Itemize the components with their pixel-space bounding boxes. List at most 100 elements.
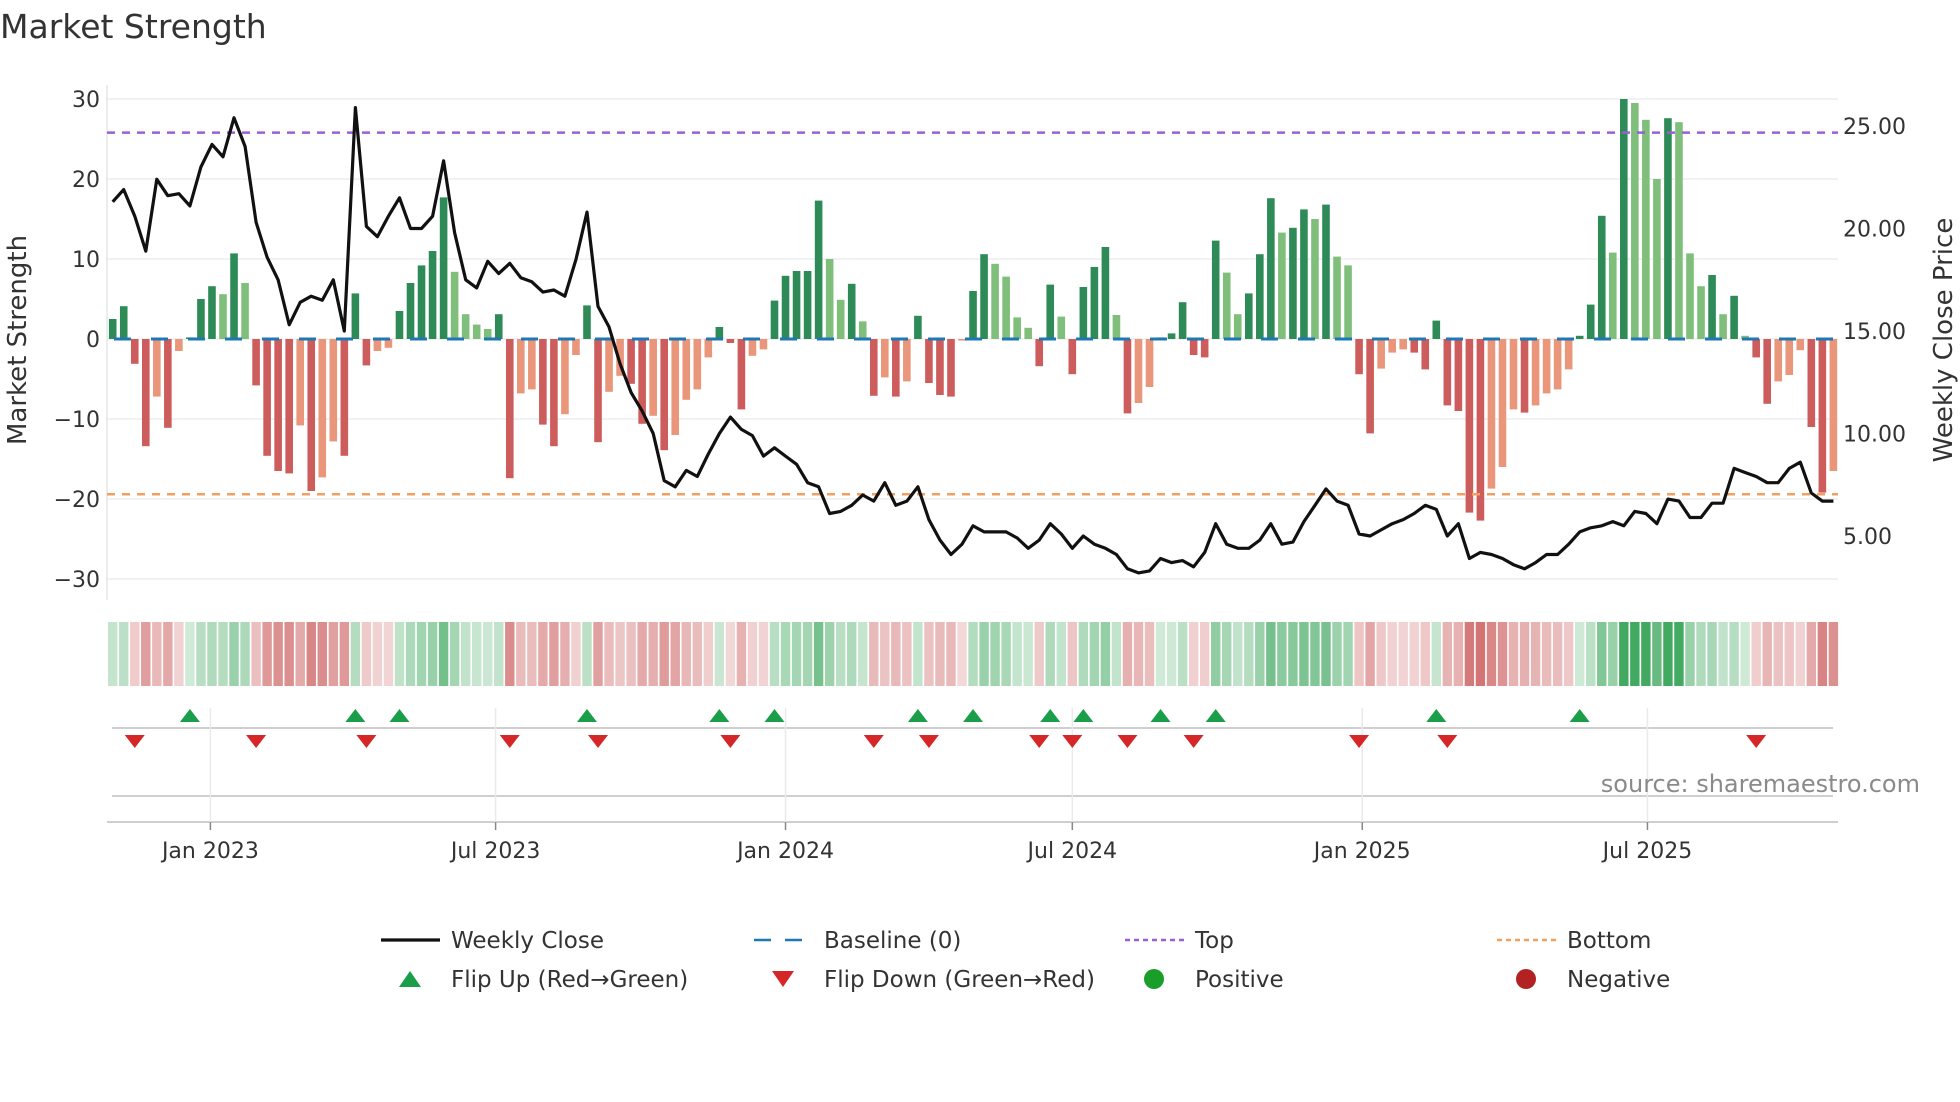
strength-bar	[1178, 302, 1187, 339]
flip-up-marker	[345, 709, 366, 722]
flip-down-marker	[1029, 735, 1050, 748]
heat-cell	[1707, 622, 1717, 686]
strength-bar	[914, 315, 922, 339]
strength-bar	[660, 339, 668, 451]
legend-label: Positive	[1195, 967, 1284, 993]
strength-bar	[274, 339, 282, 471]
heat-cell	[1652, 622, 1662, 686]
triangle-down-icon	[772, 971, 794, 987]
strength-bar	[1807, 339, 1816, 427]
strength-bar	[1796, 339, 1805, 351]
heat-cell	[207, 622, 217, 686]
strength-bars	[108, 99, 1838, 521]
strength-bar	[847, 283, 856, 339]
heat-cell	[108, 622, 118, 686]
heat-cell	[505, 622, 515, 686]
heat-cell	[957, 622, 967, 686]
strength-bar	[825, 259, 834, 339]
heat-cell	[1718, 622, 1728, 686]
strength-bar	[1763, 339, 1771, 404]
heat-cell	[913, 622, 923, 686]
heat-cell	[1597, 622, 1607, 686]
legend-label: Weekly Close	[451, 928, 604, 954]
heat-cell	[1078, 622, 1089, 686]
legend-item-flip_up: Flip Up (Red→Green)	[399, 967, 688, 993]
heat-cell	[1288, 622, 1298, 686]
strength-bar	[373, 339, 382, 351]
strength-bar	[1575, 335, 1584, 339]
strength-bar	[1465, 339, 1474, 513]
strength-bar	[1410, 339, 1419, 353]
heat-cell	[824, 622, 835, 686]
strength-bar	[1730, 295, 1738, 339]
heat-cell	[1608, 622, 1618, 686]
strength-bar	[671, 339, 680, 435]
strength-bar	[340, 339, 349, 456]
heat-cell	[1453, 622, 1464, 686]
strength-bar	[1520, 339, 1529, 413]
heat-cell	[648, 622, 658, 686]
strength-bar	[1631, 103, 1639, 339]
flip-up-marker	[179, 709, 200, 722]
heat-cell	[747, 622, 758, 686]
strength-bar	[252, 339, 260, 386]
strength-bar	[517, 339, 525, 394]
strength-bar	[1399, 339, 1408, 350]
heat-cell	[869, 622, 879, 686]
heat-cell	[968, 622, 978, 686]
heat-cell	[1552, 622, 1563, 686]
strength-bar	[406, 283, 415, 339]
strength-bar	[428, 251, 437, 339]
legend-label: Top	[1194, 928, 1234, 954]
heat-cell	[483, 622, 493, 686]
strength-bar	[704, 339, 713, 358]
heat-cell	[813, 622, 824, 686]
strength-bar	[1642, 119, 1650, 339]
heat-cell	[1012, 622, 1022, 686]
heat-cell	[383, 622, 394, 686]
strength-bar	[1719, 314, 1727, 339]
strength-bar	[318, 339, 327, 478]
heat-cell	[1674, 622, 1684, 686]
heat-cell	[1211, 622, 1221, 686]
strength-bar	[1454, 339, 1463, 411]
flip-down-marker	[1117, 735, 1138, 748]
heat-cell	[1762, 622, 1772, 686]
heat-cell	[1255, 622, 1265, 686]
heat-cell	[1244, 622, 1254, 686]
heat-cell	[1431, 622, 1441, 686]
strength-bar	[1774, 339, 1783, 382]
flip-down-marker	[1062, 735, 1083, 748]
heat-cell	[1056, 622, 1066, 686]
heat-cell	[1100, 622, 1111, 686]
flip-down-marker	[356, 735, 377, 748]
strength-bar	[1432, 320, 1441, 339]
strength-bar	[1708, 275, 1716, 339]
heat-cell	[593, 622, 603, 686]
strength-bar	[881, 339, 889, 378]
heat-cell	[240, 622, 250, 686]
x-tick-label: Jan 2023	[160, 839, 259, 864]
strength-bar	[1586, 304, 1595, 339]
flip-down-marker	[1437, 735, 1458, 748]
y-right-tick-label: 20.00	[1843, 218, 1906, 243]
y-axis-label-right: Weekly Close Price	[1929, 218, 1959, 463]
heat-cell	[835, 622, 846, 686]
heat-cell	[990, 622, 1000, 686]
strength-bar	[836, 299, 845, 339]
flip-down-marker	[124, 735, 145, 748]
strength-bar	[296, 339, 305, 426]
heat-cell	[935, 622, 945, 686]
flip-down-marker	[1349, 735, 1370, 748]
heat-cell	[1398, 622, 1408, 686]
strength-bar	[1443, 339, 1452, 406]
heat-cell	[758, 622, 769, 686]
strength-bar	[1531, 339, 1540, 406]
flip-up-marker	[963, 709, 984, 722]
flip-down-marker	[1183, 735, 1204, 748]
strength-bar	[1564, 339, 1573, 370]
heat-cell	[372, 622, 383, 686]
axis-ticks: 30 20 10 0 −10 −20 −30 25.00 20.00 15.00 10.00 5.00…	[54, 88, 1906, 864]
strength-bar	[925, 339, 933, 383]
heat-cell	[549, 622, 559, 686]
